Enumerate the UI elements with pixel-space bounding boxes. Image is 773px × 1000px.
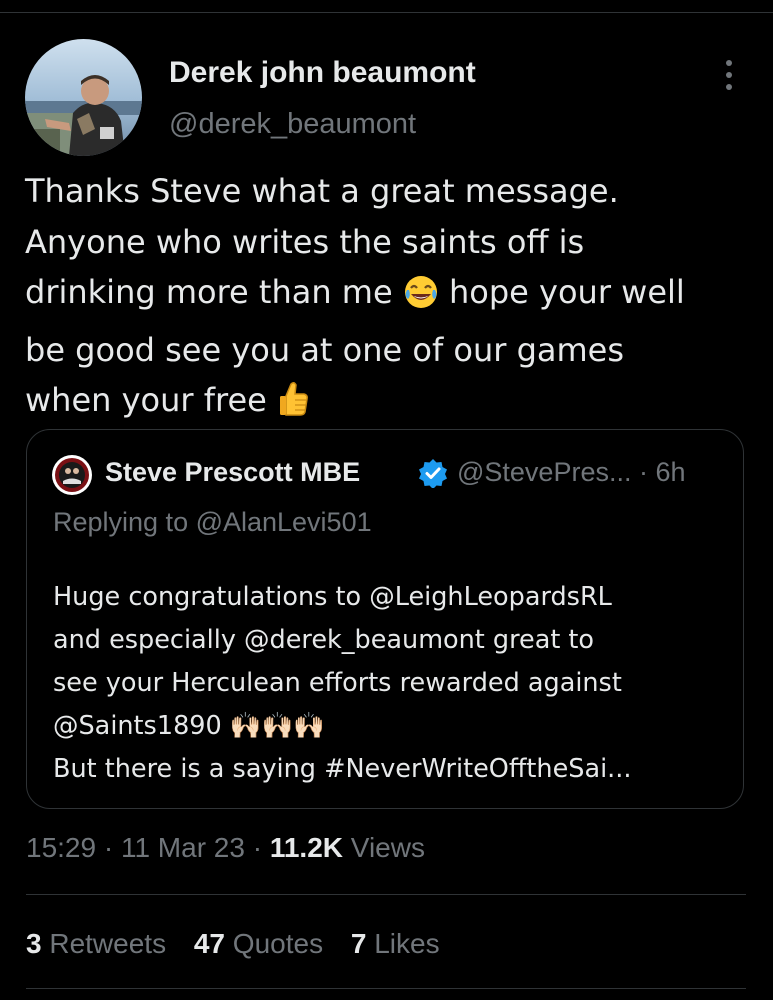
quotes-stat[interactable]: 47 Quotes bbox=[194, 928, 323, 959]
quoted-tweet-card[interactable]: Steve Prescott MBE @StevePres... · 6h Re… bbox=[26, 429, 744, 809]
more-options-icon[interactable] bbox=[719, 58, 739, 92]
tweet-text-line: Thanks Steve what a great message. bbox=[25, 172, 619, 210]
quoted-text-line: @Saints1890 🙌🏻🙌🏻🙌🏻 bbox=[53, 711, 326, 741]
quoted-text-line: and especially @derek_beaumont great to bbox=[53, 625, 595, 655]
engagement-stats: 3 Retweets 47 Quotes 7 Likes bbox=[26, 928, 460, 960]
tweet-text: Thanks Steve what a great message. Anyon… bbox=[25, 166, 755, 433]
quoted-text-line: But there is a saying #NeverWriteOfftheS… bbox=[53, 754, 632, 784]
tweet-text-line: drinking more than me hope your well bbox=[25, 267, 755, 325]
tears-of-joy-emoji-icon bbox=[403, 274, 439, 325]
quoted-author-avatar[interactable] bbox=[51, 454, 93, 496]
author-avatar[interactable] bbox=[25, 39, 142, 156]
verified-badge-icon bbox=[418, 458, 448, 489]
thumbs-up-emoji-icon bbox=[277, 380, 309, 433]
quoted-text-line: see your Herculean efforts rewarded agai… bbox=[53, 668, 622, 698]
tweet-text-segment: drinking more than me bbox=[25, 273, 403, 311]
tweet-text-line: Anyone who writes the saints off is bbox=[25, 222, 585, 261]
retweets-label: Retweets bbox=[41, 928, 167, 959]
top-divider bbox=[0, 12, 773, 13]
quoted-author-name[interactable]: Steve Prescott MBE bbox=[105, 457, 360, 488]
tweet-text-segment: when your free bbox=[25, 381, 277, 419]
author-handle[interactable]: @derek_beaumont bbox=[169, 108, 416, 141]
divider bbox=[26, 894, 746, 895]
views-count: 11.2K bbox=[269, 832, 343, 863]
author-name[interactable]: Derek john beaumont bbox=[169, 56, 476, 90]
retweets-stat[interactable]: 3 Retweets bbox=[26, 928, 166, 959]
tweet-text-line: be good see you at one of our games bbox=[25, 330, 625, 369]
tweet-text-line: when your free bbox=[25, 375, 755, 433]
quotes-count: 47 bbox=[193, 928, 226, 959]
retweets-count: 3 bbox=[26, 928, 42, 959]
quotes-label: Quotes bbox=[225, 928, 324, 959]
quoted-author-handle-time[interactable]: @StevePres... · 6h bbox=[457, 457, 686, 488]
likes-count: 7 bbox=[350, 928, 367, 959]
divider bbox=[26, 988, 746, 989]
replying-to-text[interactable]: Replying to @AlanLevi501 bbox=[53, 507, 372, 538]
likes-stat[interactable]: 7 Likes bbox=[351, 928, 440, 959]
profile-photo-icon bbox=[25, 39, 142, 156]
tweet-timestamp[interactable]: 15:29 · 11 Mar 23 · bbox=[26, 832, 270, 863]
tweet-timestamp-views: 15:29 · 11 Mar 23 · 11.2K Views bbox=[26, 832, 425, 864]
quoted-tweet-text: Huge congratulations to @LeighLeopardsRL… bbox=[53, 576, 733, 791]
quoted-text-line: Huge congratulations to @LeighLeopardsRL bbox=[53, 582, 612, 612]
views-label: Views bbox=[343, 832, 425, 863]
tweet-text-segment: hope your well bbox=[438, 273, 685, 311]
likes-label: Likes bbox=[366, 928, 440, 959]
